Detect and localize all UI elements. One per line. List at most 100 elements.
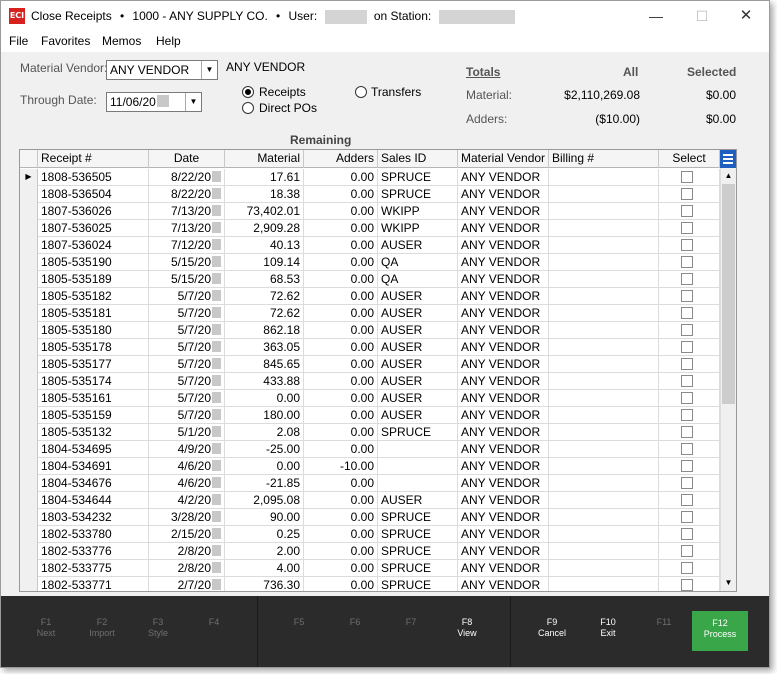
f7-key-button[interactable]: F7 bbox=[383, 610, 439, 650]
select-checkbox[interactable] bbox=[681, 511, 693, 523]
select-checkbox[interactable] bbox=[681, 256, 693, 268]
transfers-radio[interactable] bbox=[355, 86, 367, 98]
table-row[interactable]: 1805-535132 5/1/20 2.08 0.00 SPRUCE ANY VENDO… bbox=[20, 424, 720, 441]
select-checkbox[interactable] bbox=[681, 205, 693, 217]
select-checkbox[interactable] bbox=[681, 460, 693, 472]
material-vendor-combo[interactable]: ANY VENDOR ▼ bbox=[106, 60, 218, 80]
select-checkbox[interactable] bbox=[681, 494, 693, 506]
table-row[interactable]: 1804-534695 4/9/20 -25.00 0.00 ANY VENDOR bbox=[20, 441, 720, 458]
f6-key-button[interactable]: F6 bbox=[327, 610, 383, 650]
table-row[interactable]: 1805-535177 5/7/20 845.65 0.00 AUSER ANY VEND… bbox=[20, 356, 720, 373]
f5-key-button[interactable]: F5 bbox=[271, 610, 327, 650]
menu-favorites[interactable]: Favorites bbox=[41, 34, 90, 48]
select-checkbox[interactable] bbox=[681, 375, 693, 387]
row-header[interactable] bbox=[20, 475, 38, 492]
row-header[interactable] bbox=[20, 271, 38, 288]
table-row[interactable]: 1805-535178 5/7/20 363.05 0.00 AUSER ANY VEND… bbox=[20, 339, 720, 356]
select-checkbox[interactable] bbox=[681, 239, 693, 251]
column-header-billing[interactable]: Billing # bbox=[549, 150, 659, 168]
f10-key-button[interactable]: F10 Exit bbox=[580, 610, 636, 650]
table-row[interactable]: 1802-533780 2/15/20 0.25 0.00 SPRUCE ANY VEND… bbox=[20, 526, 720, 543]
select-checkbox[interactable] bbox=[681, 307, 693, 319]
select-checkbox[interactable] bbox=[681, 477, 693, 489]
select-checkbox[interactable] bbox=[681, 392, 693, 404]
select-checkbox[interactable] bbox=[681, 358, 693, 370]
table-row[interactable]: 1805-535180 5/7/20 862.18 0.00 AUSER ANY VEND… bbox=[20, 322, 720, 339]
row-header[interactable] bbox=[20, 322, 38, 339]
select-checkbox[interactable] bbox=[681, 409, 693, 421]
column-header-material[interactable]: Material bbox=[225, 150, 304, 168]
row-header[interactable] bbox=[20, 220, 38, 237]
maximize-button[interactable]: ☐ bbox=[679, 1, 725, 31]
row-header[interactable] bbox=[20, 492, 38, 509]
select-checkbox[interactable] bbox=[681, 562, 693, 574]
row-header[interactable] bbox=[20, 543, 38, 560]
table-row[interactable]: 1805-535161 5/7/20 0.00 0.00 AUSER ANY VENDOR bbox=[20, 390, 720, 407]
current-row-marker-icon[interactable]: ▶ bbox=[20, 169, 38, 186]
row-header[interactable] bbox=[20, 390, 38, 407]
table-row[interactable]: ▶ 1808-536505 8/22/20 17.61 0.00 SPRUCE ANY VE… bbox=[20, 169, 720, 186]
row-header[interactable] bbox=[20, 186, 38, 203]
menu-memos[interactable]: Memos bbox=[102, 34, 141, 48]
f8-key-button[interactable]: F8 View bbox=[439, 610, 495, 650]
calendar-dropdown-icon[interactable]: ▼ bbox=[185, 93, 201, 111]
select-checkbox[interactable] bbox=[681, 188, 693, 200]
f4-key-button[interactable]: F4 bbox=[186, 610, 242, 650]
table-row[interactable]: 1804-534644 4/2/20 2,095.08 0.00 AUSER ANY VE… bbox=[20, 492, 720, 509]
select-checkbox[interactable] bbox=[681, 528, 693, 540]
minimize-button[interactable]: — bbox=[633, 1, 679, 31]
table-row[interactable]: 1802-533771 2/7/20 736.30 0.00 SPRUCE ANY VEN… bbox=[20, 577, 720, 591]
table-row[interactable]: 1805-535181 5/7/20 72.62 0.00 AUSER ANY VENDO… bbox=[20, 305, 720, 322]
menu-help[interactable]: Help bbox=[156, 34, 181, 48]
table-row[interactable]: 1804-534676 4/6/20 -21.85 0.00 ANY VENDOR bbox=[20, 475, 720, 492]
column-header-material-vendor[interactable]: Material Vendor bbox=[458, 150, 549, 168]
select-checkbox[interactable] bbox=[681, 443, 693, 455]
f2-key-button[interactable]: F2 Import bbox=[74, 610, 130, 650]
f12-key-button[interactable]: F12 Process bbox=[692, 611, 748, 651]
row-header[interactable] bbox=[20, 203, 38, 220]
grid-menu-icon[interactable] bbox=[720, 150, 736, 168]
f11-key-button[interactable]: F11 bbox=[636, 610, 692, 650]
row-header[interactable] bbox=[20, 577, 38, 591]
scrollbar-thumb[interactable] bbox=[722, 184, 735, 404]
row-header[interactable] bbox=[20, 305, 38, 322]
f3-key-button[interactable]: F3 Style bbox=[130, 610, 186, 650]
select-checkbox[interactable] bbox=[681, 341, 693, 353]
table-row[interactable]: 1807-536024 7/12/20 40.13 0.00 AUSER ANY VEND… bbox=[20, 237, 720, 254]
f1-key-button[interactable]: F1 Next bbox=[18, 610, 74, 650]
table-row[interactable]: 1808-536504 8/22/20 18.38 0.00 SPRUCE ANY VEN… bbox=[20, 186, 720, 203]
table-row[interactable]: 1805-535159 5/7/20 180.00 0.00 AUSER ANY VEND… bbox=[20, 407, 720, 424]
row-header[interactable] bbox=[20, 509, 38, 526]
column-header-adders[interactable]: Adders bbox=[304, 150, 378, 168]
row-header[interactable] bbox=[20, 288, 38, 305]
table-row[interactable]: 1803-534232 3/28/20 90.00 0.00 SPRUCE ANY VEN… bbox=[20, 509, 720, 526]
table-row[interactable]: 1807-536025 7/13/20 2,909.28 0.00 WKIPP ANY V… bbox=[20, 220, 720, 237]
row-header[interactable] bbox=[20, 424, 38, 441]
chevron-down-icon[interactable]: ▼ bbox=[201, 61, 217, 79]
row-header[interactable] bbox=[20, 254, 38, 271]
column-header-receipt[interactable]: Receipt # bbox=[38, 150, 149, 168]
row-header[interactable] bbox=[20, 441, 38, 458]
table-row[interactable]: 1805-535174 5/7/20 433.88 0.00 AUSER ANY VEND… bbox=[20, 373, 720, 390]
f9-key-button[interactable]: F9 Cancel bbox=[524, 610, 580, 650]
select-checkbox[interactable] bbox=[681, 222, 693, 234]
menu-file[interactable]: File bbox=[9, 34, 28, 48]
table-row[interactable]: 1805-535189 5/15/20 68.53 0.00 QA ANY VENDOR bbox=[20, 271, 720, 288]
column-header-date[interactable]: Date bbox=[149, 150, 225, 168]
select-checkbox[interactable] bbox=[681, 273, 693, 285]
direct-pos-radio[interactable] bbox=[242, 102, 254, 114]
row-header[interactable] bbox=[20, 560, 38, 577]
table-row[interactable]: 1802-533775 2/8/20 4.00 0.00 SPRUCE ANY VENDO… bbox=[20, 560, 720, 577]
row-header[interactable] bbox=[20, 237, 38, 254]
scroll-up-icon[interactable]: ▲ bbox=[721, 168, 736, 184]
select-checkbox[interactable] bbox=[681, 426, 693, 438]
scroll-down-icon[interactable]: ▼ bbox=[721, 575, 736, 591]
row-header[interactable] bbox=[20, 458, 38, 475]
grid-vertical-scrollbar[interactable]: ▲ ▼ bbox=[720, 168, 736, 591]
row-header[interactable] bbox=[20, 373, 38, 390]
close-button[interactable]: ✕ bbox=[723, 1, 769, 31]
select-checkbox[interactable] bbox=[681, 545, 693, 557]
select-checkbox[interactable] bbox=[681, 171, 693, 183]
select-checkbox[interactable] bbox=[681, 324, 693, 336]
column-header-sales-id[interactable]: Sales ID bbox=[378, 150, 458, 168]
